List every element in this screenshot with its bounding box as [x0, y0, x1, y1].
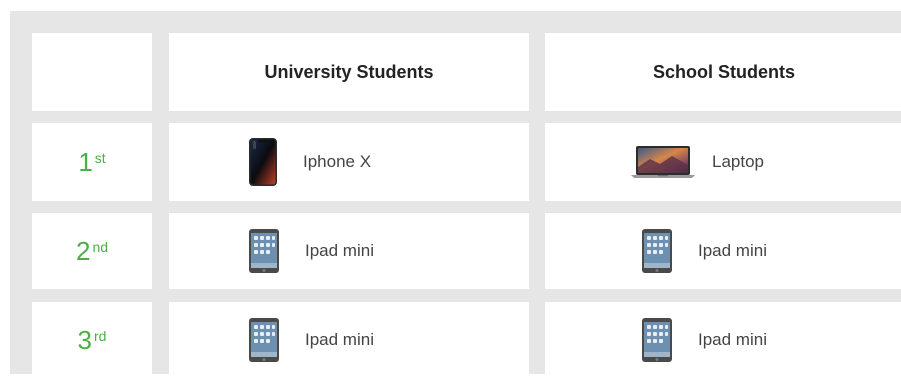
header-school-label: School Students: [652, 61, 795, 82]
table-corner-cell: [32, 33, 152, 111]
laptop-icon: [630, 145, 696, 179]
iphone-x-icon: [248, 137, 278, 187]
ipad-mini-icon: [248, 317, 280, 363]
university-device-cell-1: Iphone X: [169, 123, 529, 201]
rank-suffix: nd: [92, 239, 109, 255]
header-university-label: University Students: [264, 61, 434, 82]
comparison-table-frame: University Students School Students 1st: [10, 11, 901, 378]
header-school-students: School Students: [545, 33, 901, 111]
school-device-cell-1: Laptop: [545, 123, 901, 201]
device-label: Ipad mini: [305, 330, 374, 349]
device-label: Iphone X: [303, 152, 372, 171]
rank-number: 1: [78, 146, 93, 177]
rank-number: 2: [75, 235, 91, 266]
ipad-mini-icon: [248, 228, 280, 274]
school-device-cell-3: Ipad mini: [545, 302, 901, 378]
device-label: Ipad mini: [698, 241, 767, 260]
school-device-cell-2: Ipad mini: [545, 213, 901, 289]
ipad-mini-icon: [641, 317, 673, 363]
device-label: Ipad mini: [305, 241, 374, 260]
rank-suffix: rd: [94, 328, 107, 344]
ipad-mini-icon: [641, 228, 673, 274]
university-device-cell-3: Ipad mini: [169, 302, 529, 378]
device-label: Laptop: [712, 152, 764, 171]
rank-cell-3: 3rd: [32, 302, 152, 378]
device-label: Ipad mini: [698, 330, 767, 349]
university-device-cell-2: Ipad mini: [169, 213, 529, 289]
rank-cell-1: 1st: [32, 123, 152, 201]
rank-number: 3: [77, 324, 92, 355]
rank-cell-2: 2nd: [32, 213, 152, 289]
rank-suffix: st: [94, 150, 106, 166]
header-university-students: University Students: [169, 33, 529, 111]
